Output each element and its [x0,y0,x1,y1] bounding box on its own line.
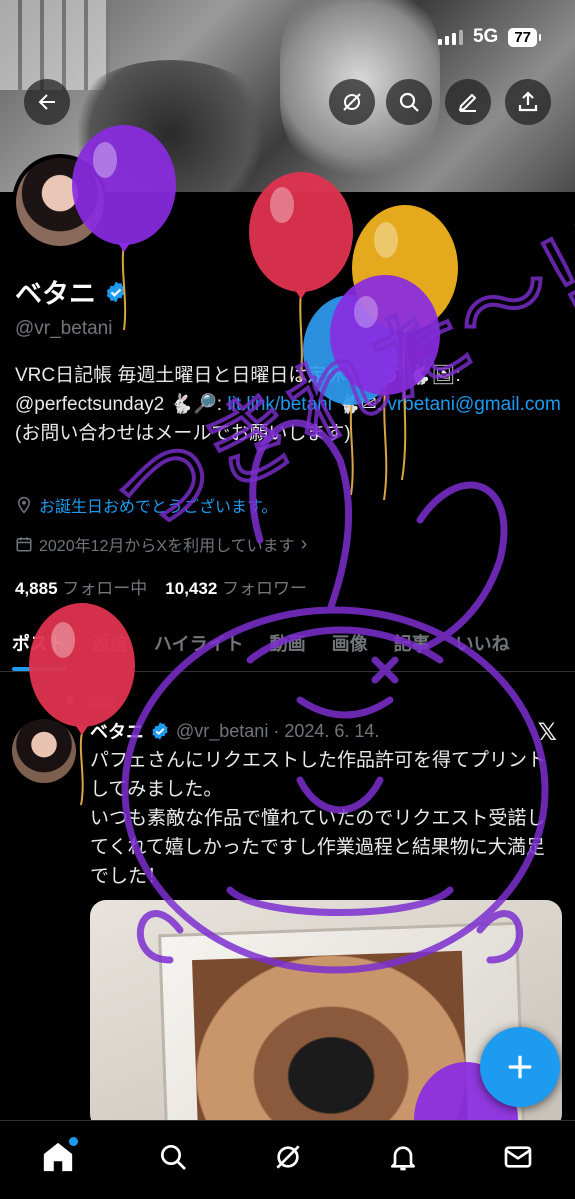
bottom-navigation [0,1120,575,1199]
pinned-label: 固定 [62,692,116,712]
followers-stat[interactable]: 10,432 フォロワー [165,574,307,599]
tab-articles[interactable]: 記事 [394,620,430,671]
profile-handle: @vr_betani [15,318,113,339]
status-bar: 5G 77 [437,26,541,48]
edit-icon [459,94,476,112]
verified-icon[interactable] [104,280,128,304]
edit-button[interactable] [445,79,491,125]
nav-grok[interactable] [258,1127,318,1187]
print-artwork [192,950,469,1130]
tab-highlights[interactable]: ハイライト [154,620,244,671]
notification-dot [68,1137,78,1146]
chevron-right-icon: › [300,532,308,555]
compose-button[interactable] [480,1027,560,1107]
tab-replies[interactable]: 返信 [92,620,128,671]
profile-name: ベタニ [15,279,96,309]
calendar-icon [16,537,32,552]
plus-icon [508,1055,532,1079]
following-stat[interactable]: 4,885 フォロー中 [15,574,147,599]
share-button[interactable] [505,79,551,125]
followers-count: 10,432 [165,579,218,598]
verified-icon [152,722,168,740]
nav-search[interactable] [143,1127,203,1187]
back-button[interactable] [24,79,70,125]
nav-messages[interactable] [488,1127,548,1187]
x-logo-icon[interactable]: 𝕏 [538,718,557,747]
joined-text: 2020年12月からXを利用しています [39,538,295,555]
banner-shelf [0,0,110,90]
home-icon [43,1142,72,1172]
location-icon [17,496,31,514]
birthday-text: お誕生日おめでとうございます。 [39,499,278,516]
birthday-row: お誕生日おめでとうございます。 [15,493,277,517]
post-header: ベタニ @vr_betani · 2024. 6. 14. [90,718,379,744]
followers-label: フォロワー [222,579,308,598]
bio-text-2: 🐇✉: [331,394,388,415]
pin-icon [66,696,74,709]
grok-button[interactable] [329,79,375,125]
bell-icon [390,1146,415,1171]
grok-icon [343,93,361,111]
share-icon [518,91,538,112]
post-author[interactable]: ベタニ [90,718,144,744]
bio-text-3: (お問い合わせはメールでお願いします) [15,423,351,444]
bio-mention[interactable]: perfectsunday2 🐇🔎: [34,394,227,415]
following-count: 4,885 [15,579,58,598]
grok-icon [275,1145,300,1169]
bio-link[interactable]: lit.link/betani [227,394,332,415]
signal-icon [437,29,463,45]
nav-notifications[interactable] [373,1127,433,1187]
tab-images[interactable]: 画像 [332,620,368,671]
tab-posts[interactable]: ポスト [12,620,66,671]
balloon-yellow [352,205,458,331]
follow-stats: 4,885 フォロー中 10,432 フォロワー [15,574,307,599]
search-button[interactable] [386,79,432,125]
post-avatar[interactable] [12,719,76,783]
back-arrow-icon [38,94,55,110]
tab-likes[interactable]: いいね [456,620,510,671]
profile-bio: VRC日記帳 毎週土曜日と日曜日は定休日です 🐇🖼: @perfectsunda… [15,361,563,448]
joined-row[interactable]: 2020年12月からXを利用しています › [15,532,307,556]
profile-tabs: ポスト 返信 ハイライト 動画 画像 記事 いいね [0,620,575,672]
battery-indicator: 77 [508,27,541,47]
following-label: フォロー中 [62,579,148,598]
search-icon [399,92,419,112]
bio-email[interactable]: vrbetani@gmail.com [387,394,560,415]
network-type: 5G [472,26,499,47]
nav-home[interactable] [28,1127,88,1187]
profile-avatar[interactable] [12,154,108,250]
pinned-text: 固定 [88,694,116,710]
tab-videos[interactable]: 動画 [270,620,306,671]
post-text: パフェさんにリクエストした作品許可を得てプリントしてみました。 いつも素敵な作品… [90,750,547,887]
search-icon [160,1145,186,1170]
post-handle-date[interactable]: @vr_betani · 2024. 6. 14. [176,721,379,742]
print-frame [158,921,526,1130]
profile-name-row: ベタニ [15,272,128,311]
mail-icon [504,1146,531,1168]
